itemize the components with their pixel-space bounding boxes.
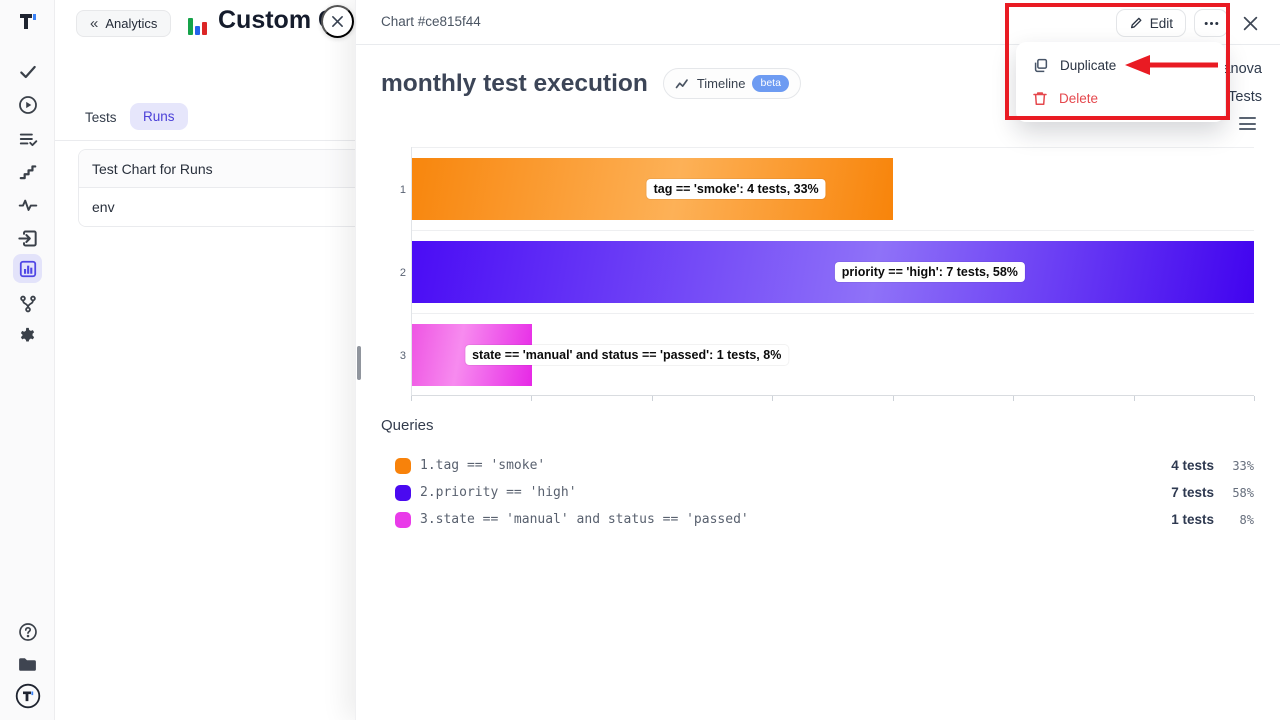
icon-rail bbox=[0, 0, 55, 720]
bar-data-label: state == 'manual' and status == 'passed'… bbox=[465, 345, 788, 365]
legend-percent-value: 33% bbox=[1214, 459, 1254, 473]
scrollbar-thumb[interactable] bbox=[357, 346, 361, 380]
plans-list-check-icon[interactable] bbox=[17, 128, 39, 150]
close-icon bbox=[1243, 16, 1258, 31]
profile-logo-icon[interactable] bbox=[15, 683, 41, 709]
drawer-close-button[interactable] bbox=[1241, 14, 1259, 32]
ellipsis-icon bbox=[1204, 21, 1219, 26]
branch-icon[interactable] bbox=[17, 293, 39, 315]
steps-icon[interactable] bbox=[17, 161, 39, 183]
legend-index: 2. bbox=[420, 485, 436, 500]
chart-row: 2priority == 'high': 7 tests, 58% bbox=[412, 230, 1254, 313]
bar-segment[interactable] bbox=[412, 241, 1254, 303]
tests-count-text-partial: Tests bbox=[1228, 89, 1262, 105]
axis-tick bbox=[1254, 396, 1255, 401]
edit-button-label: Edit bbox=[1150, 16, 1173, 31]
row-index-label: 3 bbox=[392, 350, 406, 362]
pencil-icon bbox=[1129, 16, 1143, 30]
app-logo-icon[interactable] bbox=[15, 8, 41, 34]
tab-tests[interactable]: Tests bbox=[85, 110, 117, 125]
options-dropdown-menu: Duplicate Delete bbox=[1016, 42, 1225, 122]
divider bbox=[55, 140, 355, 141]
axis-tick bbox=[1013, 396, 1014, 401]
chart-list: Test Chart for Runs env bbox=[78, 149, 355, 227]
settings-gear-icon[interactable] bbox=[16, 325, 38, 347]
legend-percent-value: 8% bbox=[1214, 513, 1254, 527]
pulse-icon[interactable] bbox=[17, 194, 39, 216]
legend-percent-value: 58% bbox=[1214, 486, 1254, 500]
timeline-label: Timeline bbox=[697, 76, 746, 91]
tab-runs-active[interactable]: Runs bbox=[130, 103, 188, 130]
chevron-double-left-icon: « bbox=[90, 15, 98, 32]
chart-title: monthly test execution bbox=[381, 70, 648, 98]
legend-swatch-magenta bbox=[395, 512, 411, 528]
author-text-partial: anova bbox=[1222, 61, 1262, 77]
axis-tick bbox=[893, 396, 894, 401]
legend-tests-value: 7 tests bbox=[1154, 485, 1214, 500]
trend-line-icon bbox=[675, 78, 690, 90]
colorful-chart-icon bbox=[188, 11, 212, 35]
drawer-header: Chart #ce815f44 Edit bbox=[356, 0, 1280, 45]
analytics-back-button[interactable]: « Analytics bbox=[76, 10, 171, 37]
hamburger-menu-icon[interactable] bbox=[1239, 117, 1256, 130]
menu-item-duplicate[interactable]: Duplicate bbox=[1016, 49, 1225, 82]
legend-index: 1. bbox=[420, 458, 436, 473]
legend-tests-value: 4 tests bbox=[1154, 458, 1214, 473]
panel-close-button[interactable] bbox=[321, 5, 354, 38]
axis-tick bbox=[411, 396, 412, 401]
folder-icon[interactable] bbox=[16, 653, 38, 675]
queries-legend: 1. tag == 'smoke' 4 tests 33% 2. priorit… bbox=[395, 452, 1254, 533]
legend-row: 3. state == 'manual' and status == 'pass… bbox=[395, 506, 1254, 533]
analytics-panel: « Analytics Custom Ch Tests Runs Test Ch… bbox=[55, 0, 355, 720]
legend-query: priority == 'high' bbox=[436, 485, 577, 500]
chart-id-label: Chart #ce815f44 bbox=[381, 14, 481, 29]
analytics-chart-icon-active[interactable] bbox=[13, 254, 42, 283]
timeline-toggle-button[interactable]: Timeline beta bbox=[663, 68, 801, 99]
axis-tick bbox=[1134, 396, 1135, 401]
queries-heading: Queries bbox=[381, 417, 434, 434]
beta-badge: beta bbox=[752, 75, 788, 92]
list-item-env[interactable]: env bbox=[79, 188, 355, 226]
legend-query: state == 'manual' and status == 'passed' bbox=[436, 512, 749, 527]
duplicate-label: Duplicate bbox=[1060, 58, 1116, 73]
delete-label: Delete bbox=[1059, 91, 1098, 106]
legend-row: 1. tag == 'smoke' 4 tests 33% bbox=[395, 452, 1254, 479]
close-icon bbox=[331, 15, 344, 28]
more-options-button[interactable] bbox=[1194, 9, 1228, 37]
axis-tick bbox=[772, 396, 773, 401]
legend-swatch-orange bbox=[395, 458, 411, 474]
tests-check-icon[interactable] bbox=[17, 61, 39, 83]
legend-index: 3. bbox=[420, 512, 436, 527]
edit-button[interactable]: Edit bbox=[1116, 9, 1186, 37]
legend-swatch-violet bbox=[395, 485, 411, 501]
legend-query: tag == 'smoke' bbox=[436, 458, 546, 473]
axis-ticks bbox=[411, 396, 1254, 402]
row-index-label: 1 bbox=[392, 184, 406, 196]
trash-icon bbox=[1032, 90, 1048, 107]
duplicate-icon bbox=[1032, 57, 1049, 74]
help-icon[interactable] bbox=[17, 621, 39, 643]
title-row: monthly test execution Timeline beta bbox=[381, 68, 801, 99]
bar-chart: 1tag == 'smoke': 4 tests, 33%2priority =… bbox=[411, 147, 1254, 396]
back-button-label: Analytics bbox=[105, 16, 157, 31]
chart-row: 1tag == 'smoke': 4 tests, 33% bbox=[412, 147, 1254, 230]
axis-tick bbox=[652, 396, 653, 401]
runs-play-icon[interactable] bbox=[17, 94, 39, 116]
menu-item-delete[interactable]: Delete bbox=[1016, 82, 1225, 115]
row-index-label: 2 bbox=[392, 267, 406, 279]
chart-row: 3state == 'manual' and status == 'passed… bbox=[412, 313, 1254, 396]
list-item-test-chart-for-runs[interactable]: Test Chart for Runs bbox=[79, 150, 355, 188]
axis-tick bbox=[531, 396, 532, 401]
import-icon[interactable] bbox=[16, 227, 38, 249]
legend-row: 2. priority == 'high' 7 tests 58% bbox=[395, 479, 1254, 506]
legend-tests-value: 1 tests bbox=[1154, 512, 1214, 527]
bar-data-label: priority == 'high': 7 tests, 58% bbox=[835, 262, 1025, 282]
bar-data-label: tag == 'smoke': 4 tests, 33% bbox=[647, 179, 826, 199]
